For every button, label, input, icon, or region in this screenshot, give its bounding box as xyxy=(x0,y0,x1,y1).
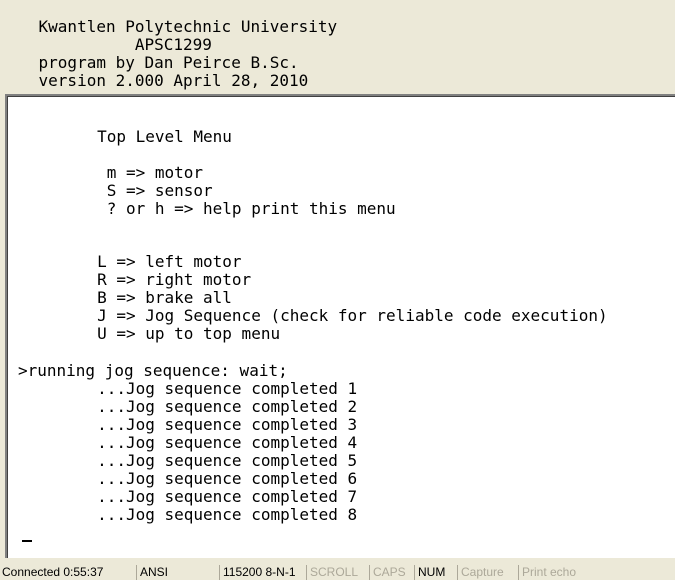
menu-option-brake-all: B => brake all xyxy=(20,288,232,307)
status-encoding: ANSI xyxy=(136,565,219,580)
jog-completed-line: ...Jog sequence completed 7 xyxy=(20,487,358,506)
jog-completed-line: ...Jog sequence completed 1 xyxy=(20,379,358,398)
menu-option-help: ? or h => help print this menu xyxy=(20,199,396,218)
jog-completed-line: ...Jog sequence completed 8 xyxy=(20,505,358,524)
status-caps-lock: CAPS xyxy=(369,565,414,580)
banner-line-author: program by Dan Peirce B.Sc. xyxy=(0,53,299,72)
menu-option-left-motor: L => left motor xyxy=(20,252,242,271)
terminal-output-area[interactable]: Top Level Menu m => motor S => sensor ? … xyxy=(5,94,675,558)
menu-option-right-motor: R => right motor xyxy=(20,270,252,289)
banner-line-university: Kwantlen Polytechnic University xyxy=(0,17,338,36)
jog-completed-line: ...Jog sequence completed 4 xyxy=(20,433,358,452)
jog-completed-line: ...Jog sequence completed 2 xyxy=(20,397,358,416)
status-print-echo: Print echo xyxy=(518,565,675,580)
status-connected: Connected 0:55:37 xyxy=(2,565,104,579)
menu-title: Top Level Menu xyxy=(20,127,232,146)
menu-option-jog-sequence: J => Jog Sequence (check for reliable co… xyxy=(20,306,608,325)
menu-option-motor: m => motor xyxy=(20,163,204,182)
hyperterminal-window: Kwantlen Polytechnic University APSC1299… xyxy=(0,0,675,580)
jog-completed-line: ...Jog sequence completed 5 xyxy=(20,451,358,470)
jog-completed-line: ...Jog sequence completed 3 xyxy=(20,415,358,434)
menu-option-up: U => up to top menu xyxy=(20,324,281,343)
status-bar: Connected 0:55:37 ANSI 115200 8-N-1 SCRO… xyxy=(0,565,675,580)
status-scroll-lock: SCROLL xyxy=(306,565,369,580)
jog-status-line: >running jog sequence: wait; xyxy=(18,361,288,380)
status-port-settings: 115200 8-N-1 xyxy=(219,565,306,580)
banner-line-version: version 2.000 April 28, 2010 xyxy=(0,71,309,90)
status-num-lock: NUM xyxy=(414,565,457,580)
jog-completed-line: ...Jog sequence completed 6 xyxy=(20,469,358,488)
banner-line-course: APSC1299 xyxy=(0,35,212,54)
menu-option-sensor: S => sensor xyxy=(20,181,213,200)
banner-area: Kwantlen Polytechnic University APSC1299… xyxy=(0,0,675,94)
text-cursor xyxy=(22,540,32,542)
status-capture: Capture xyxy=(457,565,518,580)
